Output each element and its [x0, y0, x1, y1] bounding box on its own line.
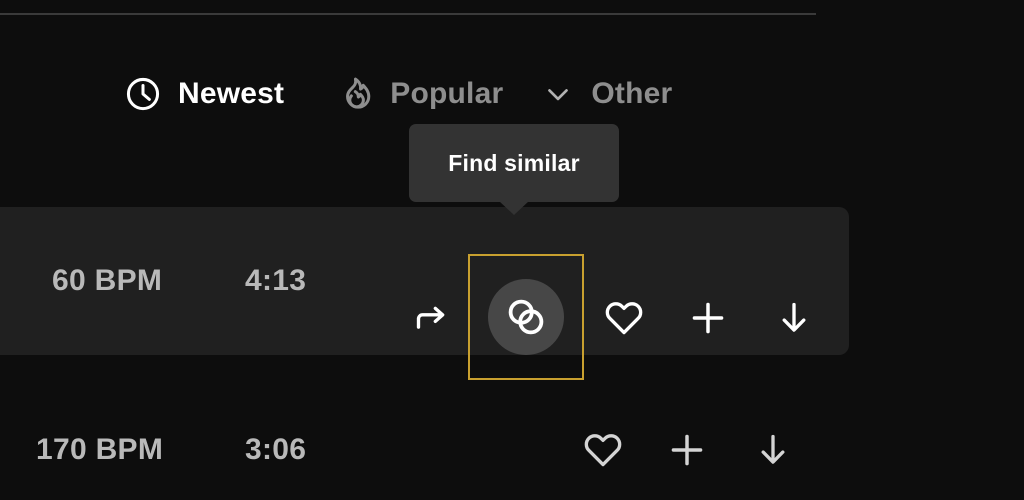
find-similar-icon	[502, 293, 550, 341]
chevron-down-icon[interactable]	[541, 77, 575, 111]
clock-icon	[124, 75, 162, 113]
download-button[interactable]	[745, 424, 801, 476]
track-duration: 3:06	[245, 433, 307, 466]
track-duration: 4:13	[245, 264, 307, 297]
share-button[interactable]	[403, 292, 459, 344]
sort-option-other[interactable]: Other	[541, 77, 672, 111]
app-root: Newest Popular Other Find similar 60 BPM…	[0, 0, 1024, 500]
find-similar-button[interactable]	[468, 254, 584, 380]
plus-icon	[686, 296, 730, 340]
add-button[interactable]	[680, 292, 736, 344]
heart-icon	[603, 297, 645, 339]
track-bpm: 60 BPM	[52, 264, 163, 297]
track-bpm: 170 BPM	[36, 433, 164, 466]
tooltip-find-similar: Find similar	[409, 124, 619, 215]
download-icon	[773, 297, 815, 339]
like-button[interactable]	[596, 292, 652, 344]
sort-option-newest[interactable]: Newest	[124, 75, 284, 113]
sort-filter-bar: Newest Popular Other	[0, 63, 672, 125]
tooltip-arrow	[499, 201, 529, 215]
track-row[interactable]: 170 BPM 3:06	[0, 400, 849, 500]
track-actions	[575, 424, 801, 476]
heart-icon	[582, 429, 624, 471]
section-divider	[0, 13, 816, 15]
flame-icon	[336, 75, 374, 113]
like-button[interactable]	[575, 424, 631, 476]
share-icon	[411, 298, 451, 338]
icon-hover-backdrop	[488, 279, 564, 355]
download-icon	[752, 429, 794, 471]
track-actions	[403, 254, 822, 380]
download-button[interactable]	[766, 292, 822, 344]
add-button[interactable]	[659, 424, 715, 476]
track-row[interactable]: 60 BPM 4:13	[0, 207, 849, 380]
plus-icon	[665, 428, 709, 472]
sort-option-popular[interactable]: Popular	[336, 75, 503, 113]
sort-option-other-label: Other	[591, 77, 673, 110]
sort-option-popular-label: Popular	[390, 77, 504, 110]
sort-option-newest-label: Newest	[178, 77, 285, 110]
tooltip-label: Find similar	[448, 149, 580, 176]
